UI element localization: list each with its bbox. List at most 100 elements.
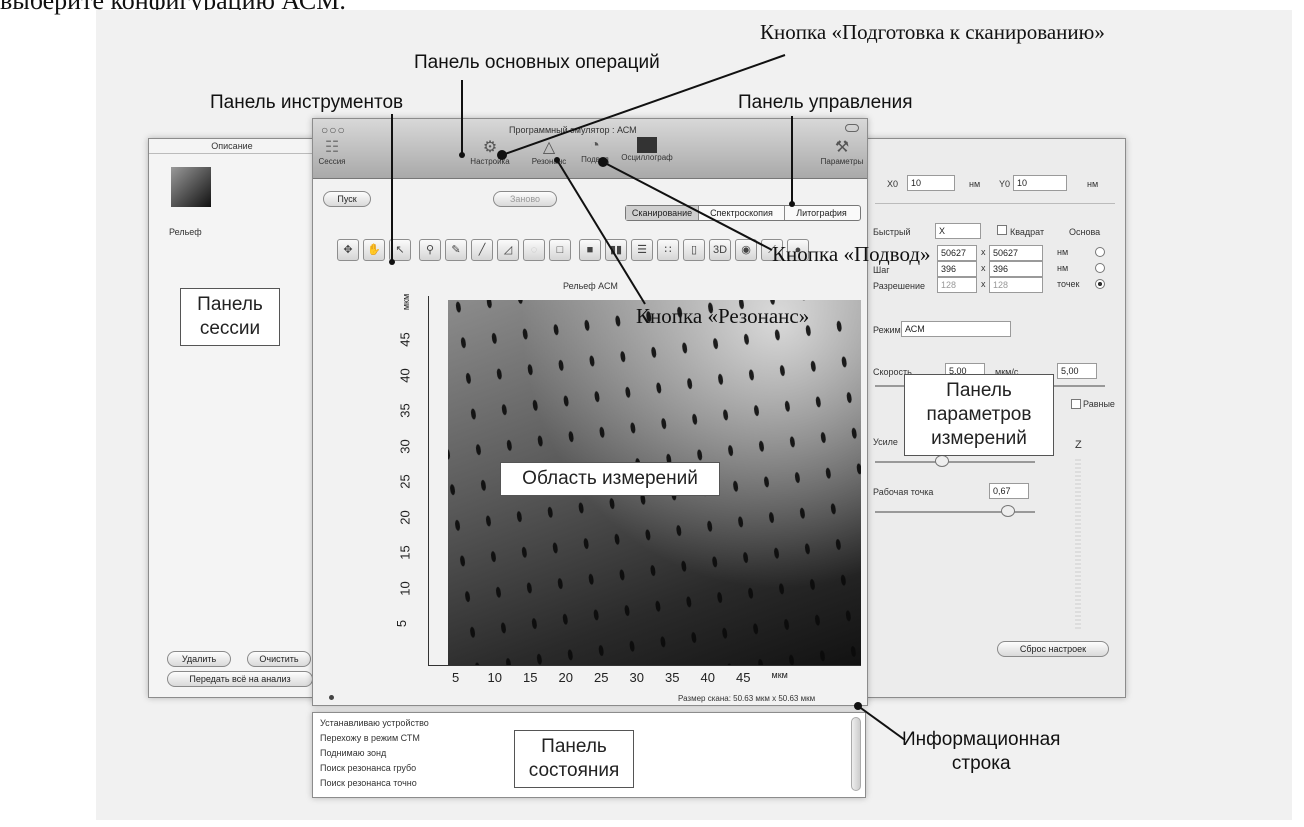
tab-spectroscopy[interactable]: Спектроскопия	[698, 206, 784, 220]
step-radio[interactable]	[1095, 263, 1105, 273]
params-tool[interactable]: ⚒ Параметры	[817, 137, 867, 166]
work-point-label: Рабочая точка	[873, 487, 934, 497]
session-thumbnail[interactable]	[171, 167, 211, 207]
res-y-field[interactable]: 128	[989, 277, 1043, 293]
callout-control: Панель управления	[738, 92, 913, 113]
step-x-field[interactable]: 396	[937, 261, 977, 277]
hand-tool-icon[interactable]: ✋	[363, 239, 385, 261]
status-scrollbar[interactable]	[851, 717, 861, 791]
work-point-knob[interactable]	[1001, 505, 1015, 517]
zoom-pill[interactable]	[845, 124, 859, 132]
again-button[interactable]: Заново	[493, 191, 557, 207]
gain-slider[interactable]	[875, 461, 1035, 463]
layout-rows-icon[interactable]: ☰	[631, 239, 653, 261]
base-label: Основа	[1069, 227, 1101, 237]
z-label: Z	[1075, 439, 1082, 451]
send-all-button[interactable]: Передать всё на анализ	[167, 671, 313, 687]
zoom-tool-icon[interactable]: ⚲	[419, 239, 441, 261]
start-button[interactable]: Пуск	[323, 191, 371, 207]
x-axis-line	[428, 665, 861, 666]
x-tick-label: 25	[594, 670, 609, 685]
y0-label: Y0	[999, 179, 1011, 189]
approach-tool[interactable]: ◔ Подвод	[575, 137, 615, 164]
oscilloscope-icon	[637, 137, 657, 153]
move-tool-icon[interactable]: ✥	[337, 239, 359, 261]
session-thumb-label: Рельеф	[169, 227, 202, 237]
divider	[875, 203, 1115, 204]
callout-approach-button: Кнопка «Подвод»	[772, 242, 931, 266]
size-unit: нм	[1057, 247, 1069, 257]
session-tool[interactable]: ☷ Сессия	[317, 137, 347, 166]
setup-tool[interactable]: ⚙ Настройка	[465, 137, 515, 166]
size-radio[interactable]	[1095, 247, 1105, 257]
square-checkbox[interactable]	[997, 225, 1007, 235]
clear-button[interactable]: Очистить	[247, 651, 311, 667]
status-log-line: Поднимаю зонд	[320, 748, 387, 758]
setup-tool-label: Настройка	[470, 157, 510, 166]
equal-checkbox[interactable]	[1071, 399, 1081, 409]
z-indicator	[1075, 459, 1081, 629]
session-header: Описание	[149, 141, 315, 154]
callout-prep-button: Кнопка «Подготовка к сканированию»	[760, 20, 1105, 44]
step-y-field[interactable]: 396	[989, 261, 1043, 277]
tab-scanning[interactable]: Сканирование	[626, 206, 698, 220]
callout-resonance-button: Кнопка «Резонанс»	[636, 304, 810, 328]
x-tick-label: 10	[487, 670, 502, 685]
line-tool-icon[interactable]: ╱	[471, 239, 493, 261]
setup-icon: ⚙	[482, 139, 498, 156]
fast-label: Быстрый	[873, 227, 911, 237]
info-line: Размер скана: 50.63 мкм x 50.63 мкм	[678, 694, 816, 703]
pipette-tool-icon[interactable]: ✎	[445, 239, 467, 261]
x0-field[interactable]: 10	[907, 175, 955, 191]
colorbar-icon[interactable]: ▯	[683, 239, 705, 261]
oscilloscope-tool[interactable]: Осциллограф	[619, 137, 675, 162]
area-tool-icon[interactable]: ◿	[497, 239, 519, 261]
lasso-tool-icon[interactable]: ◌	[523, 239, 545, 261]
y-tick-label: мкм	[401, 293, 412, 310]
size-x-field[interactable]: 50627	[937, 245, 977, 261]
session-icon: ☷	[324, 139, 340, 156]
layout-grid-icon[interactable]: ∷	[657, 239, 679, 261]
res-radio[interactable]	[1095, 279, 1105, 289]
x0-unit: нм	[969, 179, 981, 189]
measure-tool-icon[interactable]: ◉	[735, 239, 757, 261]
x-tick-label: 45	[736, 670, 751, 685]
speed-field-2[interactable]: 5,00	[1057, 363, 1097, 379]
res-label: Разрешение	[873, 281, 925, 291]
callout-measure-params: Панель параметров измерений	[904, 374, 1054, 456]
resonance-tool-label: Резонанс	[531, 157, 567, 166]
resonance-tool[interactable]: △ Резонанс	[527, 137, 571, 166]
pointer-tool-icon[interactable]: ↖	[389, 239, 411, 261]
approach-tool-label: Подвод	[581, 155, 609, 164]
y0-field[interactable]: 10	[1013, 175, 1067, 191]
window-title: Программный эмулятор : АСМ	[509, 125, 637, 135]
layout-1-icon[interactable]: ■	[579, 239, 601, 261]
image-title: Рельеф АСМ	[563, 281, 618, 291]
status-log-line: Поиск резонанса точно	[320, 778, 417, 788]
layout-2-icon[interactable]: ▮▮	[605, 239, 627, 261]
status-log-line: Поиск резонанса грубо	[320, 763, 417, 773]
y-tick-label: 35	[397, 403, 413, 418]
work-point-field[interactable]: 0,67	[989, 483, 1029, 499]
mode-label: Режим	[873, 325, 901, 335]
y-tick-label: 40	[397, 367, 413, 383]
mode-select[interactable]: АСМ	[901, 321, 1011, 337]
fast-select[interactable]: X	[935, 223, 981, 239]
status-log-line: Устанавливаю устройство	[320, 718, 429, 728]
y-tick-label: 20	[397, 509, 413, 525]
delete-button[interactable]: Удалить	[167, 651, 231, 667]
gain-slider-knob[interactable]	[935, 455, 949, 467]
callout-measure-area: Область измерений	[500, 462, 720, 496]
view-3d-button[interactable]: 3D	[709, 239, 731, 261]
traffic-lights[interactable]: ○○○	[321, 123, 346, 137]
tab-lithography[interactable]: Литография	[784, 206, 858, 220]
session-tool-label: Сессия	[318, 157, 346, 166]
y-tick-label: 15	[397, 545, 413, 560]
wrench-icon: ⚒	[834, 139, 850, 156]
reset-settings-button[interactable]: Сброс настроек	[997, 641, 1109, 657]
rect-tool-icon[interactable]: □	[549, 239, 571, 261]
y-axis-line	[428, 296, 429, 666]
equal-label: Равные	[1083, 399, 1115, 409]
res-x-field[interactable]: 128	[937, 277, 977, 293]
size-y-field[interactable]: 50627	[989, 245, 1043, 261]
